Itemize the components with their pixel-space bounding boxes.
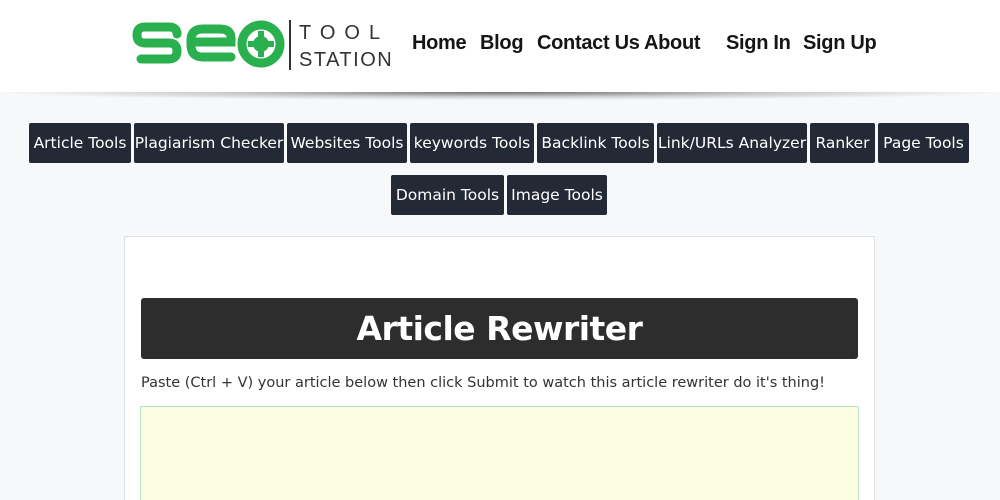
gear-icon	[237, 20, 285, 68]
plagiarism-checker-button[interactable]: Plagiarism Checker	[134, 123, 284, 163]
nav-contact-us-link[interactable]: Contact Us	[537, 30, 640, 56]
link-urls-analyzer-button[interactable]: Link/URLs Analyzer	[657, 123, 807, 163]
nav-about-link[interactable]: About	[644, 30, 701, 56]
article-tools-button[interactable]: Article Tools	[29, 123, 131, 163]
page-title: Article Rewriter	[356, 309, 643, 348]
seo-tool-station-logo: TOOL STATION	[132, 20, 393, 71]
site-header: TOOL STATION Home Blog Contact Us About …	[0, 0, 1000, 92]
image-tools-button[interactable]: Image Tools	[507, 175, 607, 215]
websites-tools-button[interactable]: Websites Tools	[287, 123, 407, 163]
svg-text:STATION: STATION	[299, 49, 393, 71]
nav-sign-in-link[interactable]: Sign In	[726, 30, 791, 56]
nav-blog-link[interactable]: Blog	[480, 30, 524, 56]
ranker-button[interactable]: Ranker	[810, 123, 875, 163]
keywords-tools-button[interactable]: keywords Tools	[410, 123, 534, 163]
domain-tools-button[interactable]: Domain Tools	[391, 175, 504, 215]
page-tools-button[interactable]: Page Tools	[878, 123, 969, 163]
header-divider	[0, 92, 1000, 100]
backlink-tools-button[interactable]: Backlink Tools	[537, 123, 654, 163]
svg-text:TOOL: TOOL	[299, 22, 389, 44]
site-logo[interactable]: TOOL STATION	[131, 16, 393, 74]
article-text-input[interactable]	[140, 406, 859, 500]
nav-sign-up-link[interactable]: Sign Up	[803, 30, 877, 56]
nav-home-link[interactable]: Home	[412, 30, 467, 56]
tool-title-bar: Article Rewriter	[141, 298, 858, 359]
instructions-text: Paste (Ctrl + V) your article below then…	[141, 375, 825, 391]
